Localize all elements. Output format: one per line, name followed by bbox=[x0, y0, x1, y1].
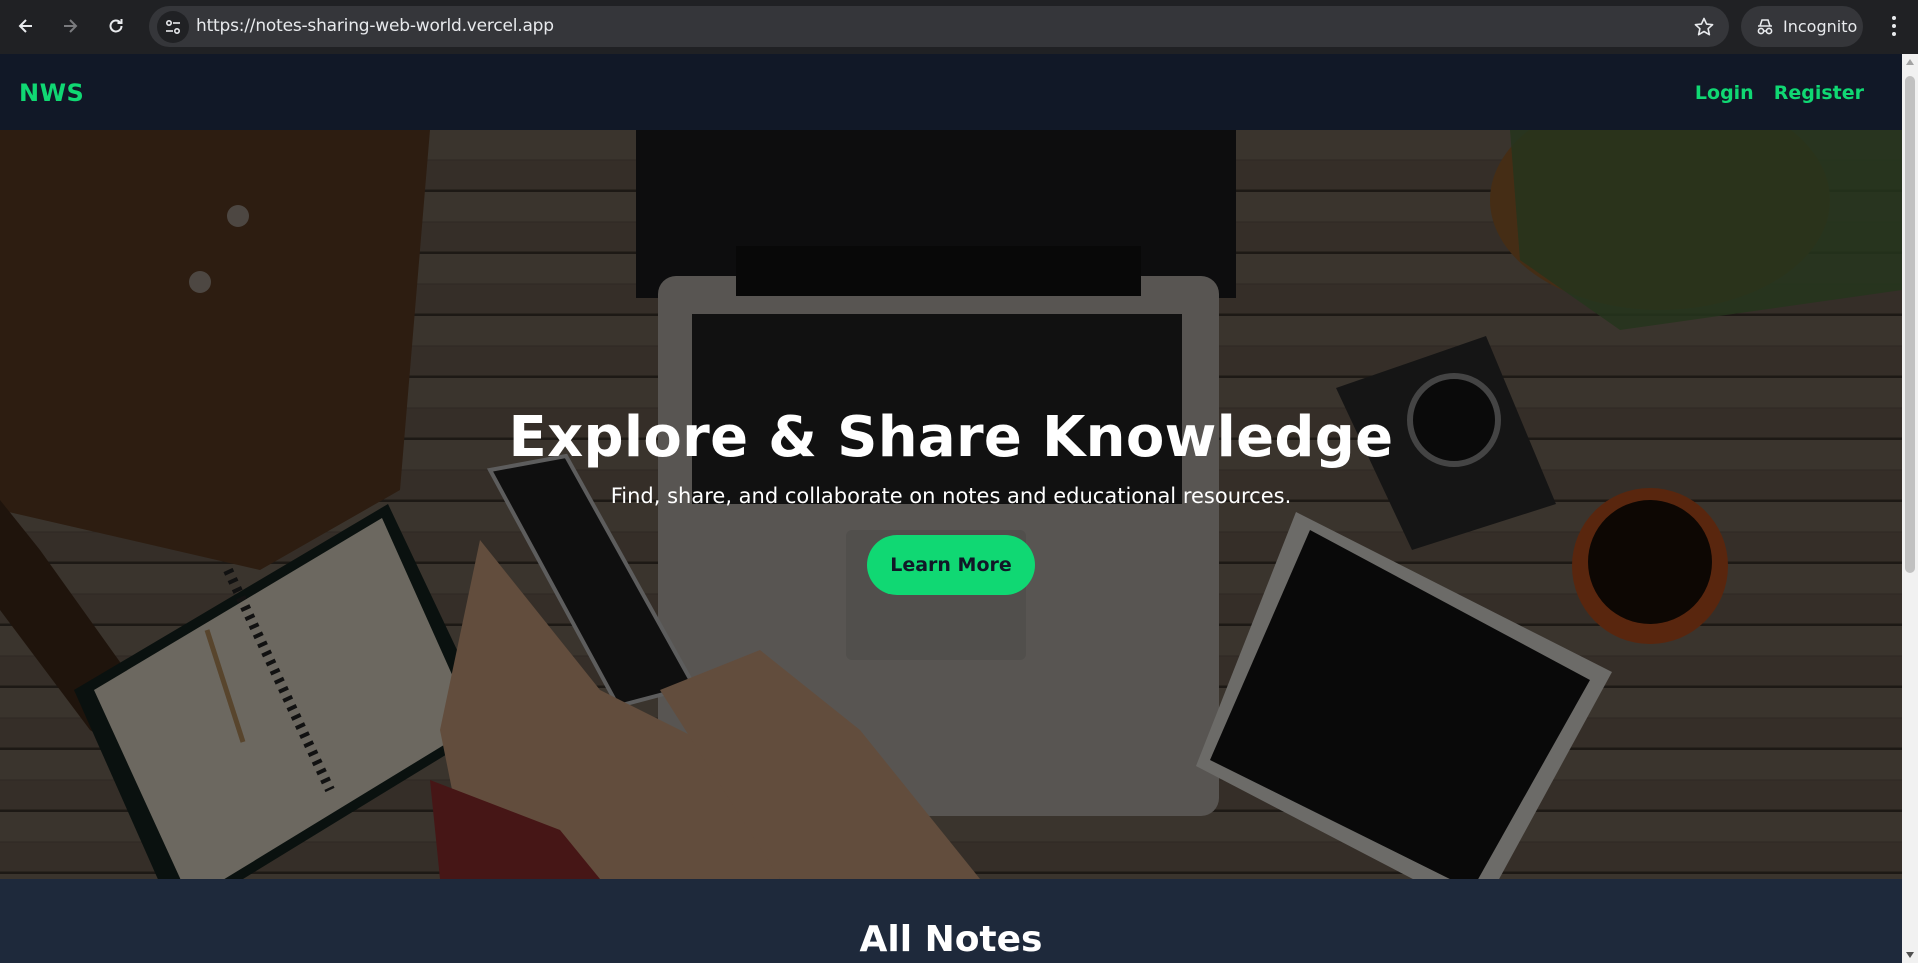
login-link[interactable]: Login bbox=[1695, 82, 1754, 104]
learn-more-button[interactable]: Learn More bbox=[867, 535, 1035, 595]
incognito-badge[interactable]: Incognito bbox=[1741, 6, 1863, 47]
notes-section: All Notes bbox=[0, 879, 1902, 963]
hero-title: Explore & Share Knowledge bbox=[508, 405, 1394, 470]
nav-links: Login Register bbox=[1695, 82, 1864, 104]
reload-icon bbox=[109, 19, 123, 33]
hero-subtitle: Find, share, and collaborate on notes an… bbox=[610, 484, 1292, 508]
browser-toolbar: https://notes-sharing-web-world.vercel.a… bbox=[0, 0, 1918, 54]
forward-button[interactable] bbox=[54, 10, 86, 42]
scrollbar-thumb[interactable] bbox=[1905, 76, 1915, 573]
page-scrollbar[interactable] bbox=[1902, 54, 1918, 963]
arrow-right-icon bbox=[64, 19, 78, 33]
notes-section-title: All Notes bbox=[859, 919, 1043, 960]
site-info-icon[interactable] bbox=[157, 11, 189, 43]
scroll-up-icon[interactable] bbox=[1906, 59, 1914, 65]
register-link[interactable]: Register bbox=[1774, 82, 1864, 104]
site-logo[interactable]: NWS bbox=[19, 79, 84, 107]
reload-button[interactable] bbox=[100, 10, 132, 42]
address-bar[interactable]: https://notes-sharing-web-world.vercel.a… bbox=[149, 6, 1729, 47]
hero-content: Explore & Share Knowledge Find, share, a… bbox=[0, 405, 1902, 595]
browser-menu-icon[interactable] bbox=[1880, 11, 1908, 41]
site-navbar: NWS Login Register bbox=[0, 54, 1902, 130]
bookmark-star-icon[interactable] bbox=[1693, 16, 1715, 38]
url-text[interactable]: https://notes-sharing-web-world.vercel.a… bbox=[196, 16, 554, 36]
back-button[interactable] bbox=[10, 10, 42, 42]
page-viewport: NWS Login Register Explore & Share Knowl… bbox=[0, 54, 1902, 963]
scroll-down-icon[interactable] bbox=[1906, 952, 1914, 958]
arrow-left-icon bbox=[18, 19, 32, 33]
incognito-icon bbox=[1757, 18, 1773, 34]
hero-section: Explore & Share Knowledge Find, share, a… bbox=[0, 130, 1902, 879]
incognito-label: Incognito bbox=[1783, 17, 1858, 36]
